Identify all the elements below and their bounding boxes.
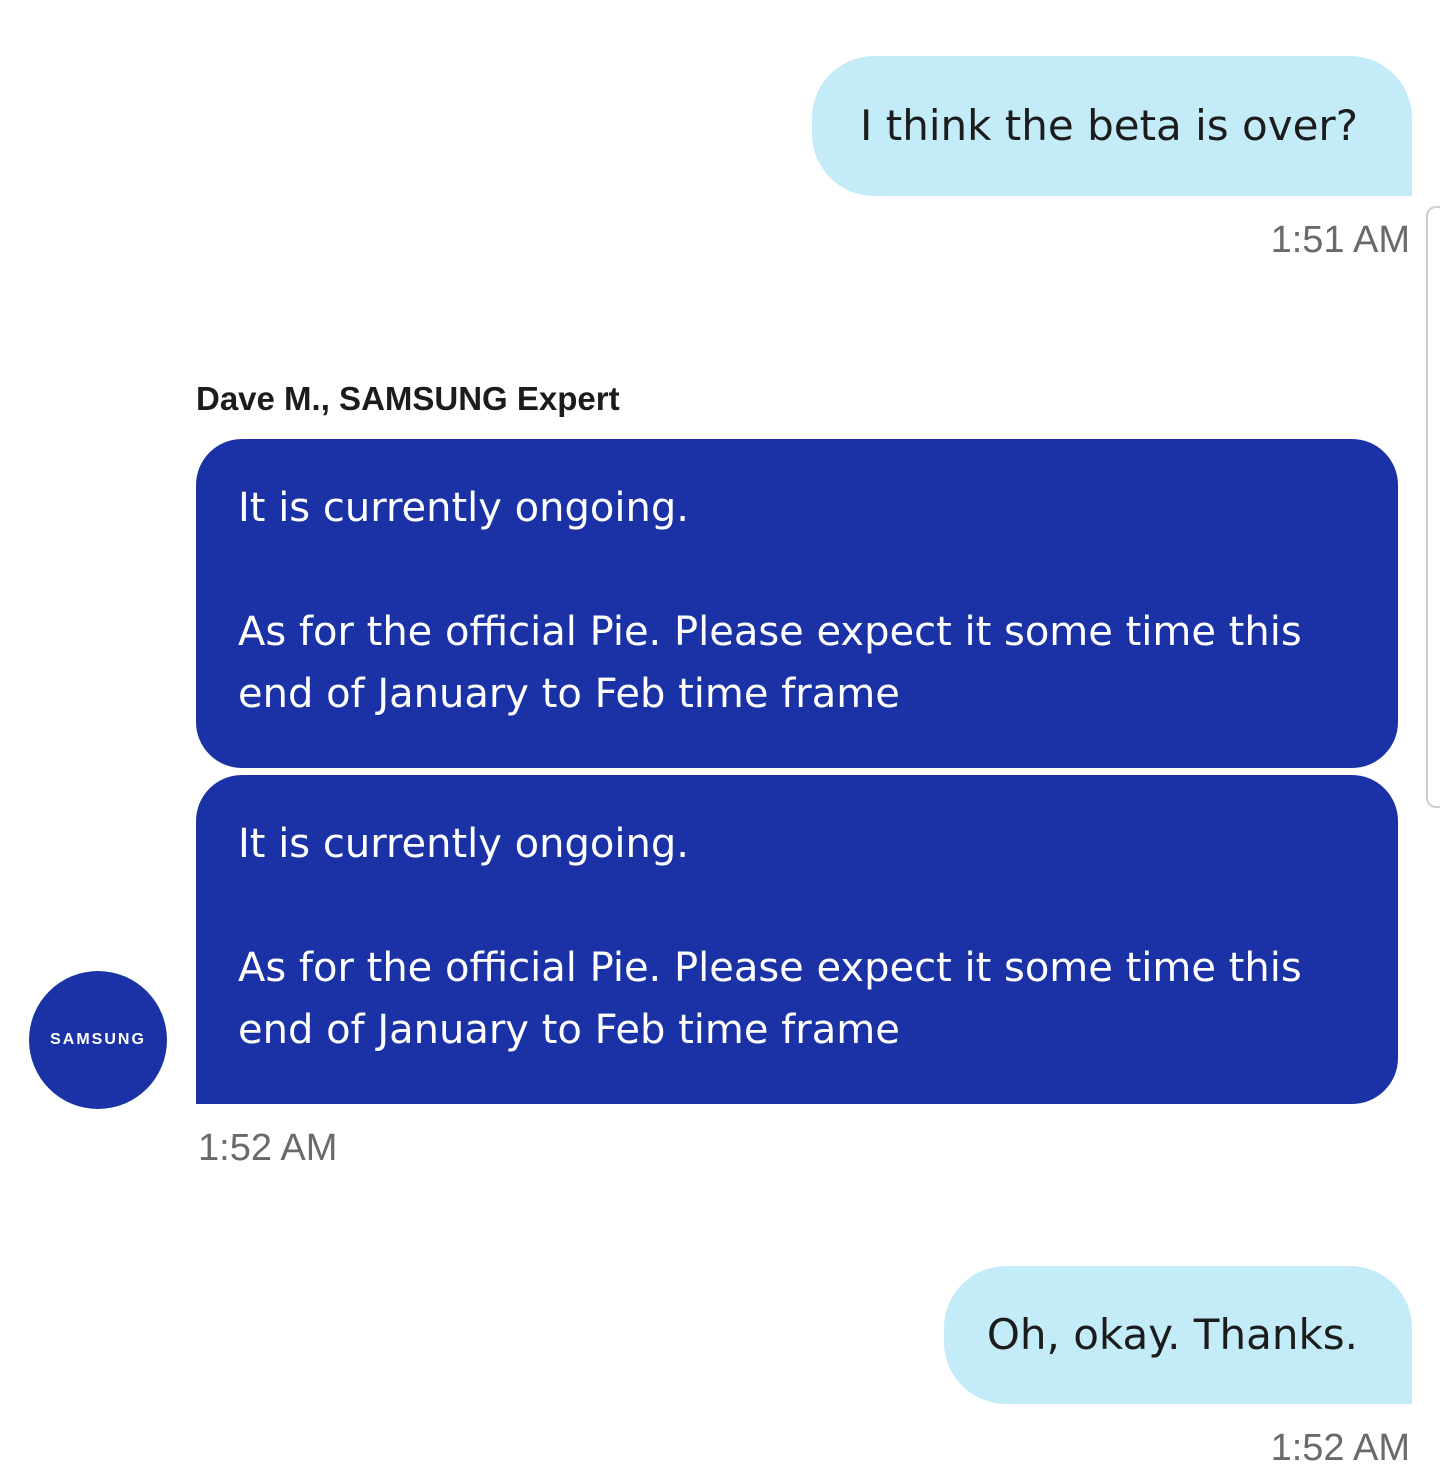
agent-avatar[interactable]: SAMSUNG bbox=[29, 971, 167, 1109]
samsung-logo-icon: SAMSUNG bbox=[50, 1031, 146, 1048]
message-text: It is currently ongoing. As for the offi… bbox=[238, 821, 1302, 1053]
message-text: Oh, okay. Thanks. bbox=[986, 1310, 1358, 1359]
user-message-bubble[interactable]: I think the beta is over? bbox=[812, 56, 1412, 196]
agent-message-bubble[interactable]: It is currently ongoing. As for the offi… bbox=[196, 775, 1398, 1104]
message-timestamp: 1:52 AM bbox=[1270, 1427, 1410, 1469]
message-text: It is currently ongoing. As for the offi… bbox=[238, 485, 1302, 717]
user-message-bubble[interactable]: Oh, okay. Thanks. bbox=[944, 1266, 1412, 1404]
scrollbar-track[interactable] bbox=[1426, 206, 1440, 808]
agent-message-bubble[interactable]: It is currently ongoing. As for the offi… bbox=[196, 439, 1398, 768]
message-timestamp: 1:52 AM bbox=[198, 1127, 338, 1169]
sender-name: Dave M., SAMSUNG Expert bbox=[196, 380, 620, 417]
message-text: I think the beta is over? bbox=[860, 101, 1358, 150]
message-timestamp: 1:51 AM bbox=[1270, 219, 1410, 261]
